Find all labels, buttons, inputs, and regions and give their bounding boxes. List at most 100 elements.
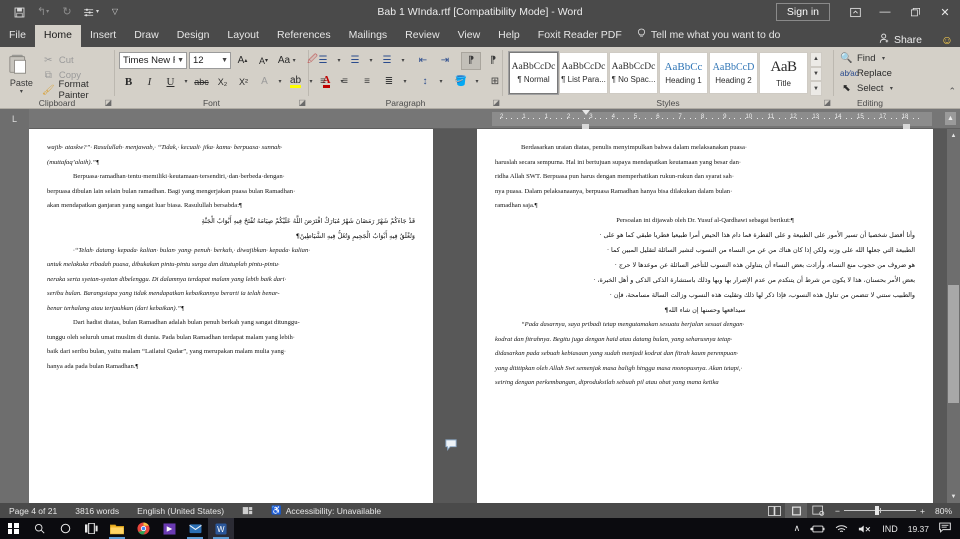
- search-taskbar-icon[interactable]: [26, 518, 52, 539]
- word-count[interactable]: 3816 words: [66, 506, 128, 516]
- shrink-font-button[interactable]: A ▾: [254, 52, 273, 70]
- align-center-button[interactable]: ≡: [335, 73, 355, 91]
- replace-button[interactable]: ab⁄ac Replace: [838, 66, 894, 81]
- align-right-button[interactable]: ≡: [357, 73, 377, 91]
- undo-icon[interactable]: ↰ ▾: [32, 2, 54, 22]
- style-normal[interactable]: AaBbCcDc ¶ Normal: [508, 51, 559, 95]
- change-case-button[interactable]: Aa ▾: [275, 52, 301, 70]
- page-indicator[interactable]: Page 4 of 21: [0, 506, 66, 516]
- view-read-mode-button[interactable]: [763, 503, 785, 518]
- underline-button[interactable]: U: [161, 73, 180, 91]
- line-spacing-button[interactable]: ↕: [415, 73, 435, 91]
- share-button[interactable]: Share: [879, 33, 934, 47]
- zoom-knob[interactable]: [875, 506, 880, 515]
- borders-button[interactable]: ⊞: [485, 73, 505, 91]
- style-heading-2[interactable]: AaBbCcD Heading 2: [709, 52, 758, 94]
- sign-in-button[interactable]: Sign in: [775, 3, 830, 21]
- style-heading-1[interactable]: AaBbCc Heading 1: [659, 52, 708, 94]
- text-effects-chevron-down-icon[interactable]: ▾: [276, 78, 284, 85]
- vertical-scrollbar[interactable]: ▲ ▼: [947, 129, 960, 503]
- italic-button[interactable]: I: [140, 73, 159, 91]
- close-button[interactable]: ✕: [930, 0, 960, 24]
- select-chevron-down-icon[interactable]: ▾: [887, 85, 895, 92]
- tab-view[interactable]: View: [449, 25, 490, 47]
- decrease-indent-button[interactable]: ⇤: [413, 52, 433, 70]
- tab-home[interactable]: Home: [34, 25, 81, 47]
- save-icon[interactable]: [8, 2, 30, 22]
- tab-foxit-reader-pdf[interactable]: Foxit Reader PDF: [529, 25, 631, 47]
- find-chevron-down-icon[interactable]: ▾: [879, 55, 887, 62]
- restore-button[interactable]: [900, 0, 930, 24]
- find-button[interactable]: 🔍 Find ▾: [838, 51, 889, 66]
- proofing-status-icon[interactable]: [233, 506, 262, 516]
- justify-chevron-down-icon[interactable]: ▾: [401, 78, 409, 85]
- scrollbar-thumb[interactable]: [948, 285, 959, 403]
- redo-icon[interactable]: ↻: [56, 2, 78, 22]
- notifications-icon[interactable]: [934, 522, 958, 536]
- font-dialog-launcher-icon[interactable]: ◪: [298, 97, 306, 109]
- touch-mode-icon[interactable]: ▾: [80, 2, 102, 22]
- increase-indent-button[interactable]: ⇥: [435, 52, 455, 70]
- language-indicator[interactable]: English (United States): [128, 506, 233, 516]
- style-list-paragraph[interactable]: AaBbCcDc ¶ List Para...: [559, 52, 608, 94]
- superscript-button[interactable]: X²: [234, 73, 253, 91]
- cut-button[interactable]: ✂ Cut: [39, 53, 110, 67]
- tab-layout[interactable]: Layout: [218, 25, 268, 47]
- zoom-level[interactable]: 80%: [931, 506, 960, 516]
- paste-chevron-down-icon[interactable]: ▾: [17, 88, 25, 95]
- tell-me-search[interactable]: Tell me what you want to do: [631, 24, 790, 47]
- format-painter-button[interactable]: 🖌 Format Painter: [39, 79, 110, 101]
- collapse-ribbon-icon[interactable]: ⌃: [948, 86, 956, 97]
- tab-insert[interactable]: Insert: [81, 25, 125, 47]
- bullets-button[interactable]: ☰: [313, 52, 333, 70]
- scroll-up-icon[interactable]: ▲: [947, 129, 960, 142]
- rtl-text-direction-button[interactable]: ⁋: [483, 52, 503, 70]
- styles-more-icon[interactable]: ▼: [810, 81, 822, 97]
- shading-chevron-down-icon[interactable]: ▾: [473, 78, 481, 85]
- line-spacing-chevron-down-icon[interactable]: ▾: [437, 78, 445, 85]
- numbering-chevron-down-icon[interactable]: ▾: [367, 57, 375, 64]
- tab-help[interactable]: Help: [489, 25, 529, 47]
- align-left-button[interactable]: ≡: [313, 73, 333, 91]
- show-hidden-icons-chevron-up-icon[interactable]: ∧: [789, 523, 806, 534]
- font-size-combo[interactable]: 12 ▼: [189, 52, 231, 69]
- clipboard-dialog-launcher-icon[interactable]: ◪: [104, 97, 112, 109]
- task-view-icon[interactable]: [78, 518, 104, 539]
- multilevel-chevron-down-icon[interactable]: ▾: [399, 57, 407, 64]
- tab-file[interactable]: File: [0, 25, 35, 47]
- underline-chevron-down-icon[interactable]: ▾: [182, 78, 190, 85]
- tab-stop-selector[interactable]: L: [0, 108, 29, 129]
- shading-button[interactable]: 🪣: [451, 73, 471, 91]
- bold-button[interactable]: B: [119, 73, 138, 91]
- zoom-track[interactable]: [844, 506, 917, 515]
- battery-icon[interactable]: [805, 524, 830, 534]
- select-button[interactable]: ⬉ Select ▾: [838, 81, 897, 96]
- strikethrough-button[interactable]: abc: [192, 73, 211, 91]
- volume-muted-icon[interactable]: [853, 524, 877, 534]
- zoom-in-button[interactable]: +: [920, 506, 925, 516]
- numbering-button[interactable]: ☰: [345, 52, 365, 70]
- styles-dialog-launcher-icon[interactable]: ◪: [823, 97, 831, 109]
- multilevel-list-button[interactable]: ☰: [377, 52, 397, 70]
- paste-button[interactable]: Paste ▾: [4, 50, 39, 95]
- style-title[interactable]: AaB Title: [759, 52, 808, 94]
- justify-button[interactable]: ≣: [379, 73, 399, 91]
- start-button[interactable]: [0, 523, 26, 534]
- tab-review[interactable]: Review: [396, 25, 448, 47]
- tab-draw[interactable]: Draw: [125, 25, 168, 47]
- zoom-slider[interactable]: − +: [829, 506, 931, 516]
- ruler-scroll-up-icon[interactable]: ▲: [945, 112, 956, 125]
- minimize-button[interactable]: —: [870, 0, 900, 24]
- horizontal-ruler[interactable]: 2 1 1 2 3 4 5 6 7 8 9 10 11 12 13 14 15 17 18: [492, 110, 932, 129]
- tab-references[interactable]: References: [268, 25, 340, 47]
- scroll-down-icon[interactable]: ▼: [947, 490, 960, 503]
- ribbon-display-options-icon[interactable]: [840, 0, 870, 24]
- network-icon[interactable]: [830, 524, 853, 534]
- taskbar-app-file-explorer[interactable]: [104, 518, 130, 539]
- clock[interactable]: 19.37: [903, 524, 934, 534]
- zoom-out-button[interactable]: −: [835, 506, 840, 516]
- tab-design[interactable]: Design: [168, 25, 219, 47]
- cortana-icon[interactable]: [52, 518, 78, 539]
- taskbar-app-mail[interactable]: [182, 518, 208, 539]
- accessibility-status[interactable]: ♿ Accessibility: Unavailable: [262, 505, 390, 516]
